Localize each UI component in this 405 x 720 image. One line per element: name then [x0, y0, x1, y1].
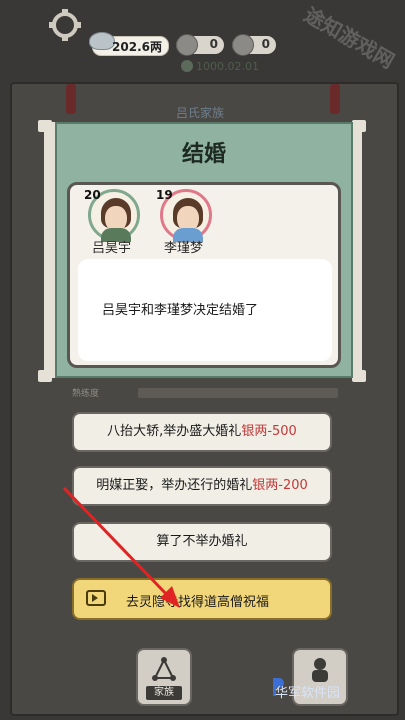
settings-gear-icon[interactable] — [49, 9, 81, 41]
roller-knob — [352, 370, 366, 382]
nav-family-label: 家族 — [146, 686, 182, 700]
roller-knob — [352, 120, 366, 132]
silver-amount: 202.6两 — [112, 40, 162, 54]
scroll-pin-left — [66, 84, 76, 114]
resource-2-amount: 0 — [261, 37, 270, 51]
skill-bar — [138, 388, 338, 398]
watermark-text: 华军软件园 — [275, 686, 341, 701]
option-cost: 银两-200 — [252, 478, 308, 493]
resource-1-amount: 0 — [209, 37, 218, 51]
skill-row: 熟练度 — [66, 388, 338, 400]
marriage-message: 吕昊宇和李瑾梦决定结婚了 — [102, 303, 259, 318]
message-box: 吕昊宇和李瑾梦决定结婚了 — [78, 259, 332, 361]
roller-knob — [38, 370, 52, 382]
character-age: 20 — [84, 188, 101, 202]
dialog-title: 结婚 — [181, 142, 226, 167]
temple-blessing-ad-button[interactable]: 去灵隐寺找得道高僧祝福 — [72, 578, 332, 620]
marriage-dialog: 结婚 20 吕昊宇 19 李瑾梦 吕昊宇和李瑾梦决定结婚了 — [55, 122, 353, 378]
resource-counter-2: 0 — [232, 34, 276, 56]
no-wedding-button[interactable]: 算了不举办婚礼 — [72, 522, 332, 562]
scroll-pin-right — [330, 84, 340, 114]
resource-2-icon — [232, 34, 254, 56]
play-icon[interactable] — [181, 60, 193, 72]
option-label: 明媒正娶，举办还行的婚礼 — [96, 478, 253, 493]
person-icon — [312, 658, 328, 682]
watermark-side: 途知游戏网 — [299, 2, 399, 74]
resource-1-icon — [176, 34, 198, 56]
nav-family-button[interactable]: 家族 — [136, 648, 192, 706]
character-name: 李瑾梦 — [164, 241, 204, 256]
game-date: 1000.02.01 — [196, 60, 259, 73]
option-cost: 银两-500 — [241, 424, 297, 439]
video-camera-icon — [86, 590, 106, 606]
character-age: 19 — [156, 188, 173, 202]
option-label: 八抬大轿,举办盛大婚礼 — [107, 424, 242, 439]
family-tree-icon — [152, 657, 176, 681]
grand-wedding-button[interactable]: 八抬大轿,举办盛大婚礼银两-500 — [72, 412, 332, 452]
normal-wedding-button[interactable]: 明媒正娶，举办还行的婚礼银两-200 — [72, 466, 332, 506]
character-name: 吕昊宇 — [92, 241, 132, 256]
ad-label: 去灵隐寺找得道高僧祝福 — [126, 595, 270, 610]
skill-label: 熟练度 — [72, 389, 100, 399]
family-title: 吕氏家族 — [176, 106, 225, 120]
option-label: 算了不举办婚礼 — [156, 534, 248, 549]
resource-counter-1: 0 — [176, 34, 224, 56]
dialog-content: 20 吕昊宇 19 李瑾梦 吕昊宇和李瑾梦决定结婚了 — [67, 182, 341, 368]
silver-counter: 202.6两 — [89, 32, 169, 56]
roller-knob — [38, 120, 52, 132]
